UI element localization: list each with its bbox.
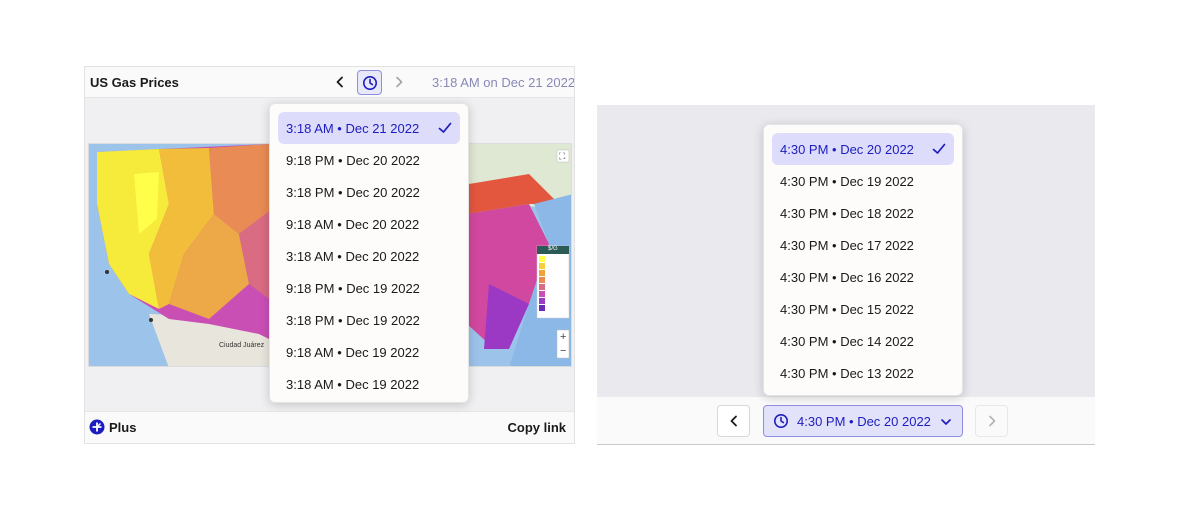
time-option-label: 3:18 PM • Dec 20 2022	[286, 184, 420, 200]
time-picker-button[interactable]	[357, 70, 382, 95]
panel-title: US Gas Prices	[90, 75, 179, 90]
time-option[interactable]: 3:18 PM • Dec 19 2022	[278, 304, 460, 336]
selected-time-label: 4:30 PM • Dec 20 2022	[797, 413, 931, 429]
time-option[interactable]: 4:30 PM • Dec 16 2022	[772, 261, 954, 293]
time-options-dropdown: 4:30 PM • Dec 20 2022 4:30 PM • Dec 19 2…	[763, 124, 963, 396]
time-option-label: 4:30 PM • Dec 20 2022	[780, 141, 914, 157]
time-option[interactable]: 9:18 AM • Dec 19 2022	[278, 336, 460, 368]
chevron-down-icon	[941, 419, 951, 425]
next-time-button[interactable]	[388, 71, 410, 93]
check-icon	[438, 122, 452, 133]
legend-title: $/G	[548, 246, 558, 252]
zoom-in-icon[interactable]: +	[560, 330, 566, 344]
time-option[interactable]: 3:18 PM • Dec 20 2022	[278, 176, 460, 208]
time-option-label: 9:18 AM • Dec 20 2022	[286, 216, 420, 232]
time-option-label: 4:30 PM • Dec 14 2022	[780, 333, 914, 349]
plus-badge-icon	[89, 419, 105, 435]
time-option-label: 9:18 PM • Dec 20 2022	[286, 152, 420, 168]
time-option-label: 9:18 PM • Dec 19 2022	[286, 280, 420, 296]
time-option[interactable]: 3:18 AM • Dec 19 2022	[278, 368, 460, 400]
time-option[interactable]: 4:30 PM • Dec 18 2022	[772, 197, 954, 229]
time-option-label: 4:30 PM • Dec 16 2022	[780, 269, 914, 285]
chevron-left-icon	[336, 76, 343, 88]
plus-label: Plus	[109, 419, 137, 435]
time-option-label: 3:18 AM • Dec 19 2022	[286, 376, 420, 392]
panel-footer: Plus Copy link	[85, 411, 574, 443]
chevron-right-icon	[396, 76, 403, 88]
time-option[interactable]: 4:30 PM • Dec 15 2022	[772, 293, 954, 325]
map-city-label: Ciudad Juárez	[219, 342, 265, 349]
current-timestamp: 3:18 AM on Dec 21 2022	[432, 75, 575, 90]
time-option[interactable]: 9:18 PM • Dec 20 2022	[278, 144, 460, 176]
copy-link-button[interactable]: Copy link	[507, 420, 566, 435]
check-icon	[932, 143, 946, 154]
clock-icon	[774, 414, 788, 428]
time-option-label: 4:30 PM • Dec 15 2022	[780, 301, 914, 317]
previous-time-button[interactable]	[329, 71, 351, 93]
time-option-label: 4:30 PM • Dec 17 2022	[780, 237, 914, 253]
time-options-dropdown: 3:18 AM • Dec 21 2022 9:18 PM • Dec 20 2…	[269, 103, 469, 403]
time-option[interactable]: 3:18 AM • Dec 20 2022	[278, 240, 460, 272]
time-option-label: 9:18 AM • Dec 19 2022	[286, 344, 420, 360]
chevron-left-icon	[730, 415, 737, 427]
time-option[interactable]: 4:30 PM • Dec 13 2022	[772, 357, 954, 389]
time-option-selected[interactable]: 4:30 PM • Dec 20 2022	[772, 133, 954, 165]
time-option-label: 3:18 AM • Dec 21 2022	[286, 120, 420, 136]
previous-time-button[interactable]	[717, 405, 750, 437]
time-option-label: 4:30 PM • Dec 13 2022	[780, 365, 914, 381]
fullscreen-icon[interactable]: ⛶	[559, 150, 565, 162]
time-option[interactable]: 4:30 PM • Dec 14 2022	[772, 325, 954, 357]
zoom-out-icon[interactable]: −	[560, 344, 566, 358]
clock-icon	[362, 75, 377, 90]
chevron-right-icon	[988, 415, 995, 427]
time-option-label: 4:30 PM • Dec 18 2022	[780, 205, 914, 221]
next-time-button[interactable]	[975, 405, 1008, 437]
time-option-label: 3:18 AM • Dec 20 2022	[286, 248, 420, 264]
time-option[interactable]: 9:18 PM • Dec 19 2022	[278, 272, 460, 304]
time-select[interactable]: 4:30 PM • Dec 20 2022	[763, 405, 963, 437]
time-option-selected[interactable]: 3:18 AM • Dec 21 2022	[278, 112, 460, 144]
panel-header: US Gas Prices 3:18 AM on Dec 21 2022	[85, 67, 574, 98]
time-option-label: 3:18 PM • Dec 19 2022	[286, 312, 420, 328]
plus-badge[interactable]: Plus	[89, 419, 136, 435]
time-selector-bar: 4:30 PM • Dec 20 2022	[597, 397, 1095, 444]
time-option[interactable]: 4:30 PM • Dec 17 2022	[772, 229, 954, 261]
time-option-label: 4:30 PM • Dec 19 2022	[780, 173, 914, 189]
time-option[interactable]: 4:30 PM • Dec 19 2022	[772, 165, 954, 197]
time-option[interactable]: 9:18 AM • Dec 20 2022	[278, 208, 460, 240]
